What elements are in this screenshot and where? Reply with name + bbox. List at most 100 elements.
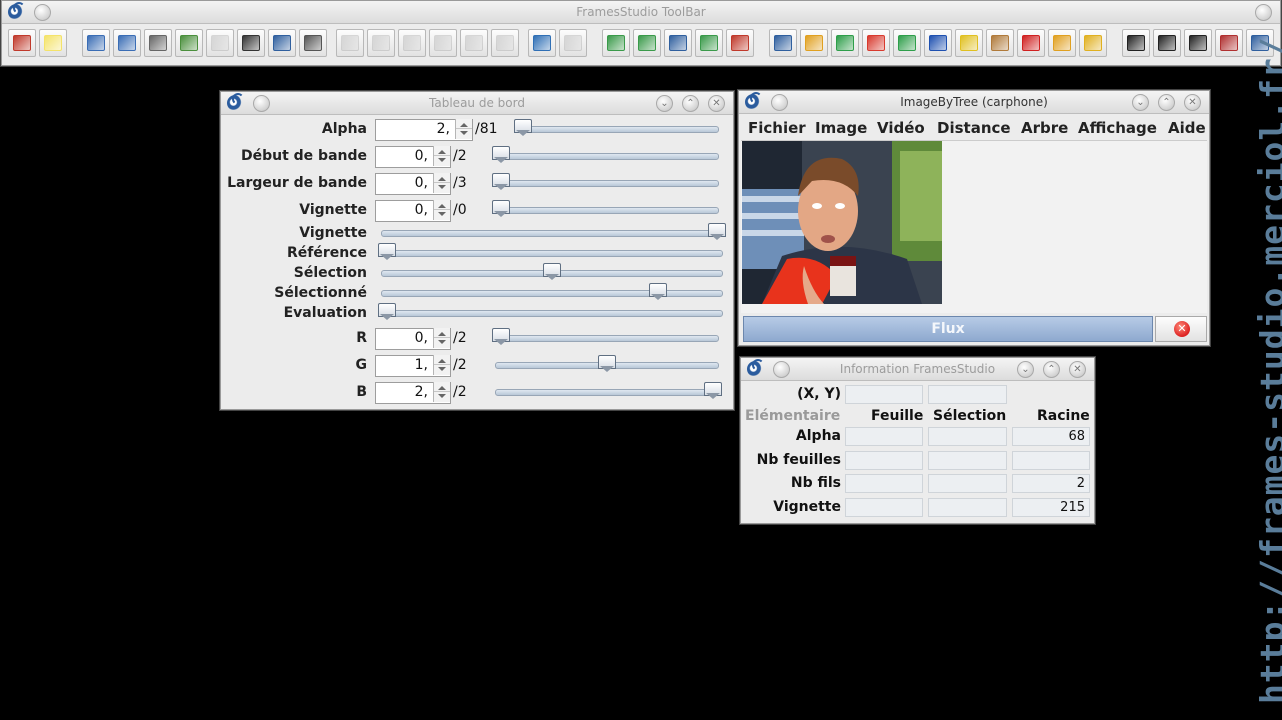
new-document-button[interactable]	[39, 29, 67, 57]
spin-row-1-slider-thumb[interactable]	[492, 146, 510, 163]
maximize-button[interactable]: ⌃	[682, 95, 699, 112]
question-bubble-button[interactable]	[1122, 29, 1150, 57]
spin-row-2-stepper-icon[interactable]	[433, 173, 450, 193]
close-button[interactable]: ✕	[1184, 94, 1201, 111]
open-image-button[interactable]	[82, 29, 110, 57]
close-button[interactable]: ✕	[708, 95, 725, 112]
magnifier-button[interactable]	[769, 29, 797, 57]
rgb-row-1-spinner[interactable]: 1,	[375, 355, 451, 377]
chat-bubble-button[interactable]	[1184, 29, 1212, 57]
palette-button[interactable]	[986, 29, 1014, 57]
rgb-row-2-spinner[interactable]: 2,	[375, 382, 451, 404]
color-grid-4-button[interactable]	[955, 29, 983, 57]
resize-button[interactable]	[528, 29, 556, 57]
spin-row-0-slider-thumb[interactable]	[514, 119, 532, 136]
hat-button[interactable]	[491, 29, 519, 57]
color-grid-2-button[interactable]	[831, 29, 859, 57]
spin-row-3-slider-thumb[interactable]	[492, 200, 510, 217]
menu-video[interactable]: Vidéo	[877, 119, 925, 137]
record-button[interactable]	[1215, 29, 1243, 57]
spin-row-0-spinner[interactable]: 2,	[375, 119, 473, 141]
filter-icon	[1084, 35, 1102, 51]
film-button[interactable]	[237, 29, 265, 57]
light-button[interactable]	[429, 29, 457, 57]
heart-color-button[interactable]	[893, 29, 921, 57]
redo-icon	[372, 35, 390, 51]
list-button[interactable]	[268, 29, 296, 57]
rgb-row-0-slider-track[interactable]	[495, 335, 719, 342]
play-button[interactable]	[336, 29, 364, 57]
spin-row-3-slider-track[interactable]	[495, 207, 719, 214]
spin-row-0-stepper-icon[interactable]	[455, 119, 472, 139]
toolbar-close-button[interactable]	[1255, 4, 1272, 21]
heart-tree-button[interactable]	[695, 29, 723, 57]
close-button[interactable]: ✕	[1069, 361, 1086, 378]
rgb-row-2-stepper-icon[interactable]	[433, 382, 450, 402]
rgb-row-0-slider-thumb[interactable]	[492, 328, 510, 345]
slider-row-1-slider-thumb[interactable]	[378, 243, 396, 260]
info-row-label: Alpha	[795, 428, 841, 444]
capture-disabled-button[interactable]	[206, 29, 234, 57]
slider-row-3-slider-thumb[interactable]	[648, 283, 667, 300]
minimize-button[interactable]: ⌄	[656, 95, 673, 112]
slider-row-4-slider-thumb[interactable]	[378, 303, 396, 320]
slider-row-2-slider-thumb[interactable]	[543, 263, 561, 280]
pen-button[interactable]	[460, 29, 488, 57]
menu-aide[interactable]: Aide	[1168, 119, 1206, 137]
pushpin-button[interactable]	[1017, 29, 1045, 57]
color-grid-1-button[interactable]	[800, 29, 828, 57]
copyright-button[interactable]	[1153, 29, 1181, 57]
chart-disabled-button[interactable]	[559, 29, 587, 57]
menu-distance[interactable]: Distance	[937, 119, 1011, 137]
rgb-row-2-slider-thumb[interactable]	[704, 382, 722, 399]
minimize-button[interactable]: ⌄	[1017, 361, 1034, 378]
spin-row-3-spinner[interactable]: 0,	[375, 200, 451, 222]
menu-fichier[interactable]: Fichier	[748, 119, 806, 137]
rgb-row-1-slider-thumb[interactable]	[598, 355, 616, 372]
bars-button[interactable]	[664, 29, 692, 57]
rgb-row-0-spinner[interactable]: 0,	[375, 328, 451, 350]
rgb-row-0-stepper-icon[interactable]	[433, 328, 450, 348]
spin-row-1-spinner[interactable]: 0,	[375, 146, 451, 168]
flux-button[interactable]: Flux	[743, 316, 1153, 342]
spin-row-1-slider-track[interactable]	[495, 153, 719, 160]
filter-button[interactable]	[1079, 29, 1107, 57]
camera-icon	[149, 35, 167, 51]
webcam-button[interactable]	[299, 29, 327, 57]
redo-button[interactable]	[367, 29, 395, 57]
menu-image[interactable]: Image	[815, 119, 867, 137]
maximize-button[interactable]: ⌃	[1043, 361, 1060, 378]
menu-arbre[interactable]: Arbre	[1021, 119, 1068, 137]
slider-row-1-slider-track[interactable]	[381, 250, 723, 257]
triangle-button[interactable]	[862, 29, 890, 57]
minimize-button[interactable]: ⌄	[1132, 94, 1149, 111]
spin-row-2-spinner[interactable]: 0,	[375, 173, 451, 195]
tree-remove-button[interactable]	[726, 29, 754, 57]
camera-button[interactable]	[144, 29, 172, 57]
spin-row-3-stepper-icon[interactable]	[433, 200, 450, 220]
stop-button[interactable]	[398, 29, 426, 57]
spin-row-2-slider-track[interactable]	[495, 180, 719, 187]
info-row-label: Nb fils	[790, 475, 841, 491]
slider-row-3-slider-track[interactable]	[381, 290, 723, 297]
watermark-url: http://frames-studio.merciol.fr/	[1253, 36, 1282, 704]
tree-add-button[interactable]	[633, 29, 661, 57]
color-grid-3-button[interactable]	[924, 29, 952, 57]
maximize-button[interactable]: ⌃	[1158, 94, 1175, 111]
exit-button[interactable]	[8, 29, 36, 57]
menu-affichage[interactable]: Affichage	[1078, 119, 1157, 137]
rgb-row-2-slider-track[interactable]	[495, 389, 719, 396]
spin-row-1-stepper-icon[interactable]	[433, 146, 450, 166]
slider-row-0-slider-thumb[interactable]	[708, 223, 726, 240]
help-cursor-button[interactable]	[1048, 29, 1076, 57]
slider-row-0-slider-track[interactable]	[381, 230, 723, 237]
tree-button[interactable]	[602, 29, 630, 57]
slider-row-4-slider-track[interactable]	[381, 310, 723, 317]
spin-row-0-slider-track[interactable]	[517, 126, 719, 133]
rgb-row-1-stepper-icon[interactable]	[433, 355, 450, 375]
screen-capture-button[interactable]	[175, 29, 203, 57]
open-sequence-button[interactable]	[113, 29, 141, 57]
spin-row-2-slider-thumb[interactable]	[492, 173, 510, 190]
image-canvas[interactable]	[741, 140, 1207, 313]
stop-button[interactable]: ✕	[1155, 316, 1207, 342]
